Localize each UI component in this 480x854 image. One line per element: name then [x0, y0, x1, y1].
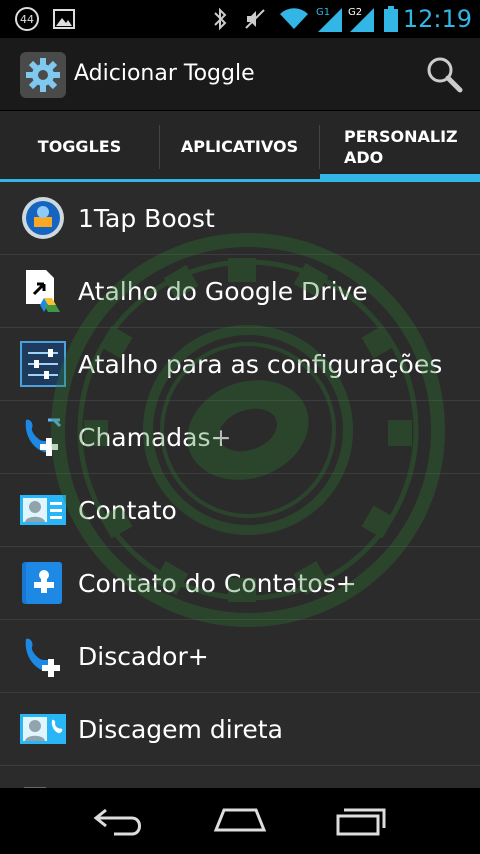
signal-sim2-icon: G2: [346, 0, 376, 38]
list-item-label: Contato do Contatos+: [78, 569, 357, 598]
google-drive-shortcut-icon: [20, 268, 66, 314]
battery-icon: [382, 0, 400, 38]
wifi-icon: [278, 0, 310, 38]
list-item[interactable]: Chamadas+: [0, 401, 480, 474]
list-item[interactable]: Discagem direta: [0, 693, 480, 766]
list-item[interactable]: Contato do Contatos+: [0, 547, 480, 620]
recents-icon[interactable]: [320, 796, 400, 846]
tab-toggles[interactable]: TOGGLES: [0, 111, 159, 182]
list-item-label: 1Tap Boost: [78, 204, 215, 233]
tab-personalizado[interactable]: PERSONALIZ ADO: [320, 111, 480, 182]
contacts-plus-icon: [20, 560, 66, 606]
settings-gear-icon[interactable]: [20, 52, 66, 98]
clock: 12:19: [402, 5, 472, 33]
notification-count: 44: [20, 13, 34, 26]
list-item-label: Chamadas+: [78, 423, 232, 452]
sim2-label: G2: [348, 7, 362, 18]
image-icon: [50, 0, 78, 38]
list-item-label: Contato: [78, 496, 177, 525]
page-title: Adicionar Toggle: [74, 61, 255, 86]
action-bar: Adicionar Toggle: [0, 38, 480, 111]
tab-bar: TOGGLES APLICATIVOS PERSONALIZ ADO: [0, 111, 480, 182]
toggle-list: 1Tap Boost Atalho do Google Drive Atalho…: [0, 182, 480, 788]
list-item-label: Discador+: [78, 642, 209, 671]
direct-dial-icon: [20, 706, 66, 752]
selected-tab-indicator: [320, 174, 480, 182]
home-icon[interactable]: [200, 796, 280, 846]
list-item-label: Discagem direta: [78, 715, 283, 744]
mute-icon: [242, 0, 268, 38]
status-bar: 44 G1 G2 12:19: [0, 0, 480, 38]
tab-aplicativos[interactable]: APLICATIVOS: [160, 111, 319, 182]
sim1-label: G1: [316, 7, 330, 18]
bluetooth-icon: [208, 0, 232, 38]
settings-shortcut-icon: [20, 341, 66, 387]
contact-card-icon: [20, 487, 66, 533]
search-icon[interactable]: [422, 52, 466, 96]
list-item-label: Atalho do Google Drive: [78, 277, 368, 306]
list-item[interactable]: Discador+: [0, 620, 480, 693]
partial-item-icon: [20, 779, 66, 788]
back-icon[interactable]: [80, 796, 160, 846]
notification-count-icon: 44: [12, 0, 42, 38]
dialer-plus-icon: [20, 633, 66, 679]
navigation-bar: [0, 788, 480, 854]
list-item[interactable]: Atalho para as configurações: [0, 328, 480, 401]
list-item-label: Atalho para as configurações: [78, 350, 443, 379]
list-item[interactable]: Contato: [0, 474, 480, 547]
list-item-partial[interactable]: [0, 766, 480, 788]
calls-plus-icon: [20, 414, 66, 460]
boost-icon: [20, 195, 66, 241]
signal-sim1-icon: G1: [314, 0, 344, 38]
list-item[interactable]: 1Tap Boost: [0, 182, 480, 255]
list-item[interactable]: Atalho do Google Drive: [0, 255, 480, 328]
